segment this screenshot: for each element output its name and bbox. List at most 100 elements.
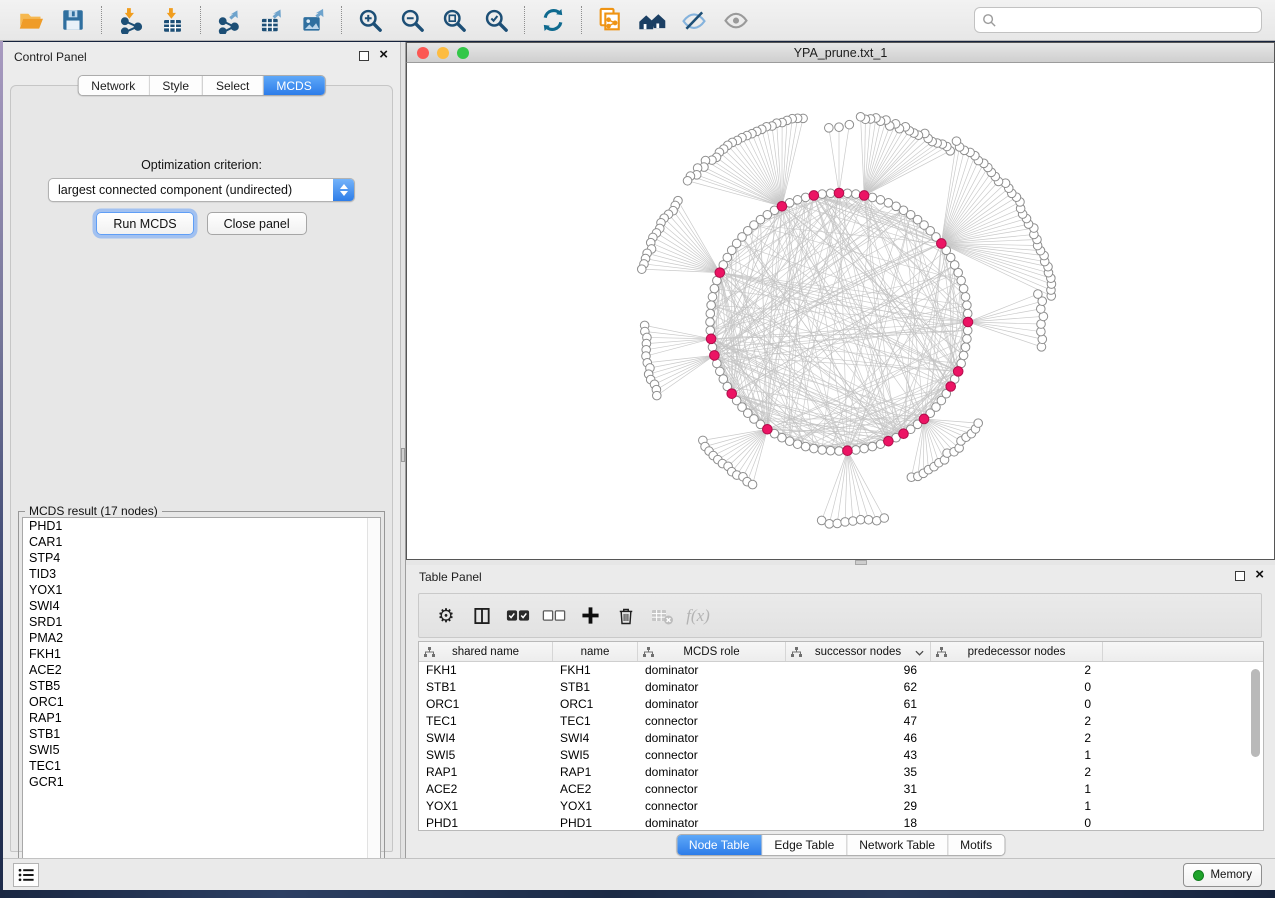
- delete-column-icon[interactable]: [613, 602, 639, 630]
- table-cell[interactable]: ACE2: [553, 781, 638, 798]
- tab-edge-table[interactable]: Edge Table: [762, 835, 847, 855]
- network-node[interactable]: [959, 351, 968, 360]
- edge[interactable]: [864, 127, 905, 196]
- splitter-handle[interactable]: [401, 448, 405, 462]
- table-cell[interactable]: PHD1: [553, 815, 638, 832]
- search-input[interactable]: [1002, 10, 1261, 30]
- satellite-node[interactable]: [652, 391, 661, 400]
- mcds-result-item[interactable]: ACE2: [23, 662, 380, 678]
- edge[interactable]: [941, 188, 1008, 243]
- tab-motifs[interactable]: Motifs: [948, 835, 1004, 855]
- table-cell[interactable]: SWI4: [419, 730, 553, 747]
- edge[interactable]: [664, 218, 720, 273]
- mcds-node[interactable]: [884, 436, 894, 446]
- edge[interactable]: [864, 143, 937, 195]
- table-scrollbar[interactable]: [1251, 666, 1261, 826]
- mcds-node[interactable]: [937, 239, 947, 249]
- satellite-node[interactable]: [880, 514, 889, 523]
- close-panel-icon[interactable]: ×: [379, 45, 388, 65]
- tab-network[interactable]: Network: [78, 76, 149, 95]
- mcds-result-item[interactable]: PMA2: [23, 630, 380, 646]
- edge[interactable]: [782, 119, 792, 207]
- table-cell[interactable]: 29: [786, 798, 931, 815]
- satellite-node[interactable]: [856, 112, 865, 121]
- network-canvas[interactable]: [406, 63, 1275, 560]
- table-cell[interactable]: 62: [786, 679, 931, 696]
- save-icon[interactable]: [56, 4, 90, 36]
- network-node[interactable]: [843, 189, 852, 198]
- network-node[interactable]: [963, 326, 972, 335]
- column-header-shared-name[interactable]: shared name: [419, 642, 553, 661]
- select-all-icon[interactable]: [505, 602, 531, 630]
- zoom-selected-icon[interactable]: [479, 4, 513, 36]
- satellite-node[interactable]: [845, 120, 854, 129]
- network-node[interactable]: [710, 284, 719, 293]
- table-cell[interactable]: ORC1: [553, 696, 638, 713]
- table-row[interactable]: STB1STB1dominator620: [419, 679, 1263, 696]
- edge[interactable]: [861, 117, 865, 196]
- mcds-node[interactable]: [706, 334, 716, 344]
- mcds-result-item[interactable]: STB1: [23, 726, 380, 742]
- show-columns-icon[interactable]: [469, 602, 495, 630]
- tab-style[interactable]: Style: [149, 76, 203, 95]
- optimization-criterion-dropdown[interactable]: largest connected component (undirected): [48, 178, 355, 202]
- table-cell[interactable]: STB1: [553, 679, 638, 696]
- satellite-node[interactable]: [637, 265, 646, 274]
- satellite-node[interactable]: [974, 419, 983, 428]
- mcds-result-item[interactable]: FKH1: [23, 646, 380, 662]
- network-node[interactable]: [706, 309, 715, 318]
- table-cell[interactable]: 61: [786, 696, 931, 713]
- edge[interactable]: [822, 451, 848, 521]
- edge[interactable]: [645, 325, 711, 338]
- table-row[interactable]: TEC1TEC1connector472: [419, 713, 1263, 730]
- satellite-node[interactable]: [825, 124, 834, 133]
- network-node[interactable]: [959, 284, 968, 293]
- table-cell[interactable]: 1: [931, 781, 1103, 798]
- network-node[interactable]: [852, 190, 861, 199]
- mcds-result-item[interactable]: SWI5: [23, 742, 380, 758]
- memory-button[interactable]: Memory: [1183, 863, 1262, 887]
- edge[interactable]: [661, 223, 720, 273]
- network-node[interactable]: [818, 190, 827, 199]
- edge[interactable]: [968, 301, 1042, 322]
- zoom-out-icon[interactable]: [395, 4, 429, 36]
- network-graph[interactable]: [407, 63, 1274, 559]
- mcds-result-list[interactable]: PHD1CAR1STP4TID3YOX1SWI4SRD1PMA2FKH1ACE2…: [22, 517, 381, 878]
- network-node[interactable]: [835, 447, 844, 456]
- edge[interactable]: [713, 429, 767, 455]
- table-cell[interactable]: 46: [786, 730, 931, 747]
- mcds-result-item[interactable]: RAP1: [23, 710, 380, 726]
- table-cell[interactable]: connector: [638, 781, 786, 798]
- satellite-node[interactable]: [864, 515, 873, 524]
- network-node[interactable]: [868, 442, 877, 451]
- mcds-node[interactable]: [763, 424, 773, 434]
- mcds-result-item[interactable]: PHD1: [23, 518, 380, 534]
- table-cell[interactable]: dominator: [638, 730, 786, 747]
- satellite-node[interactable]: [748, 480, 757, 489]
- table-cell[interactable]: dominator: [638, 764, 786, 781]
- tab-network-table[interactable]: Network Table: [847, 835, 948, 855]
- edge[interactable]: [847, 451, 884, 518]
- export-table-icon[interactable]: [254, 4, 288, 36]
- satellite-node[interactable]: [952, 137, 961, 146]
- edge[interactable]: [847, 451, 868, 520]
- edge[interactable]: [657, 355, 715, 395]
- table-cell[interactable]: 0: [931, 815, 1103, 832]
- table-cell[interactable]: 96: [786, 662, 931, 679]
- mcds-result-item[interactable]: ORC1: [23, 694, 380, 710]
- network-node[interactable]: [708, 293, 717, 302]
- network-titlebar[interactable]: YPA_prune.txt_1: [406, 42, 1275, 63]
- table-cell[interactable]: ORC1: [419, 696, 553, 713]
- network-node[interactable]: [876, 196, 885, 205]
- network-node[interactable]: [706, 326, 715, 335]
- edge[interactable]: [941, 156, 975, 244]
- mcds-node[interactable]: [899, 429, 909, 439]
- edge[interactable]: [864, 195, 917, 424]
- hide-detail-icon[interactable]: [677, 4, 711, 36]
- table-cell[interactable]: 0: [931, 696, 1103, 713]
- add-column-icon[interactable]: [577, 602, 603, 630]
- zoom-in-icon[interactable]: [353, 4, 387, 36]
- function-builder-icon[interactable]: f(x): [685, 602, 711, 630]
- network-node[interactable]: [884, 199, 893, 208]
- network-node[interactable]: [818, 446, 827, 455]
